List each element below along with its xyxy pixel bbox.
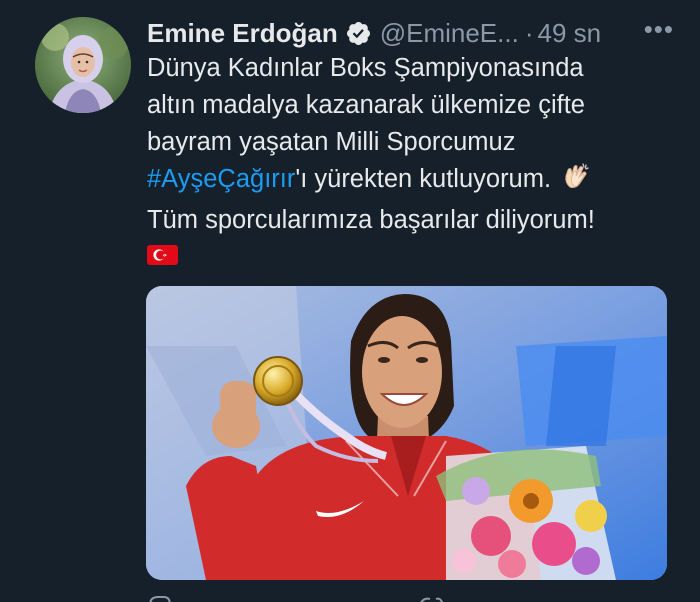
tweet-line-4-rest: 'ı yürekten kutluyorum. (295, 165, 552, 193)
tweet-line-1: Dünya Kadınlar Boks Şampiyonasında (147, 54, 584, 82)
separator-dot: · (524, 17, 534, 48)
tweet-text: Dünya Kadınlar Boks Şampiyonasında altın… (147, 50, 687, 278)
tweet-photo[interactable] (146, 286, 667, 580)
tweet-line-2: altın madalya kazanarak ülkemize çifte (147, 91, 585, 119)
tweet-actions-row (0, 592, 700, 602)
tweet-header: Emine Erdoğan @EmineE... · 49 sn ••• (147, 14, 674, 52)
tweet-line-3: bayram yaşatan Milli Sporcumuz (147, 128, 516, 156)
turkey-flag-icon (147, 241, 687, 278)
avatar[interactable] (35, 17, 131, 113)
clapping-hands-icon (561, 161, 591, 202)
author-name[interactable]: Emine Erdoğan (147, 18, 338, 49)
verified-badge-icon (345, 20, 372, 47)
timestamp[interactable]: 49 sn (537, 18, 601, 49)
tweet[interactable]: Emine Erdoğan @EmineE... · 49 sn ••• Dün… (0, 0, 700, 602)
more-options-icon[interactable]: ••• (644, 16, 674, 42)
tweet-line-5: Tüm sporcularımıza başarılar diliyorum! (147, 206, 595, 234)
author-handle[interactable]: @EmineE... (380, 18, 519, 49)
tweet-line-4: #AyşeÇağırır'ı yürekten kutluyorum. (147, 161, 687, 202)
hashtag-link[interactable]: #AyşeÇağırır (147, 165, 295, 193)
